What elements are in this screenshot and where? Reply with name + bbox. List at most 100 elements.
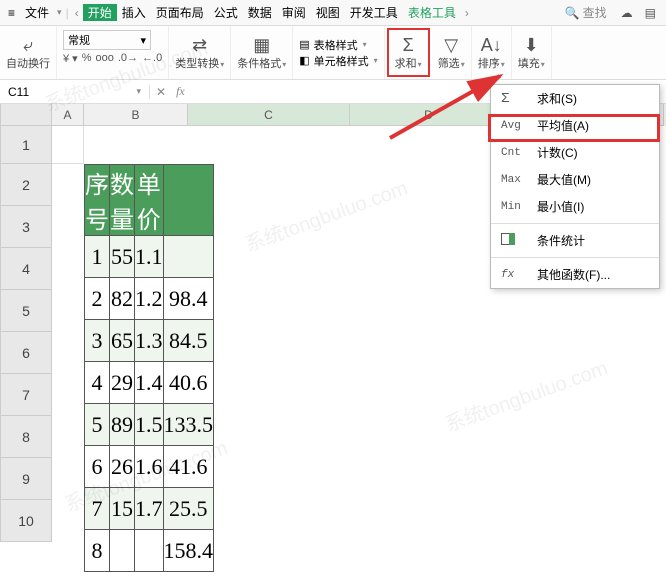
row-9[interactable]: 9: [0, 458, 52, 500]
tablestyle-button[interactable]: ▤ 表格样式▾: [299, 37, 366, 53]
menu-condstat[interactable]: 条件统计: [491, 227, 659, 254]
tab-dev[interactable]: 开发工具: [345, 4, 403, 21]
cnt-icon: Cnt: [501, 147, 527, 159]
sum-dropdown: Σ 求和(S) Avg 平均值(A) Cnt 计数(C) Max 最大值(M) Min最…: [490, 84, 660, 289]
menu-min[interactable]: Min最小值(I): [491, 193, 659, 220]
chevron-down-icon: ▾: [136, 86, 141, 97]
menu-max[interactable]: Max 最大值(M): [491, 166, 659, 193]
row-2[interactable]: 2: [0, 164, 52, 206]
fill-icon: ⬇: [524, 35, 539, 55]
th-blank[interactable]: [163, 165, 214, 236]
menu-label: 求和(S): [537, 90, 577, 107]
search-box[interactable]: 🔍 查找: [557, 4, 615, 21]
tablestyle-label: 表格样式: [314, 37, 358, 53]
group-fill[interactable]: ⬇ 填充▾: [512, 26, 552, 79]
th-qty[interactable]: 数量: [110, 165, 135, 236]
currency-icon[interactable]: ¥ ▾: [63, 52, 78, 65]
menu-icon[interactable]: ≡: [4, 6, 19, 20]
group-autowrap[interactable]: ⤶ 自动换行: [0, 26, 57, 79]
row-6[interactable]: 6: [0, 332, 52, 374]
tab-home[interactable]: 开始: [83, 4, 117, 21]
group-number: 常规 ▾ ¥ ▾ % ооо .0→ ←.0: [57, 26, 169, 79]
menubar: ≡ 文件 ▾ | ‹ 开始 插入 页面布局 公式 数据 审阅 视图 开发工具 表…: [0, 0, 666, 26]
tab-review[interactable]: 审阅: [277, 4, 311, 21]
menu-label: 计数(C): [537, 144, 578, 161]
name-box-value: C11: [8, 85, 29, 99]
app-icon[interactable]: ▤: [639, 6, 662, 20]
tab-formula[interactable]: 公式: [209, 4, 243, 21]
max-icon: Max: [501, 174, 527, 186]
group-sort[interactable]: A↓ 排序▾: [472, 26, 512, 79]
table-row: 4291.440.6: [85, 362, 214, 404]
file-menu[interactable]: 文件: [19, 4, 55, 21]
menu-otherfn[interactable]: fx 其他函数(F)...: [491, 261, 659, 288]
table-row: 5891.5133.5: [85, 404, 214, 446]
sigma-icon: Σ: [403, 35, 414, 55]
condstat-icon: [501, 233, 527, 249]
row-3[interactable]: 3: [0, 206, 52, 248]
row-4[interactable]: 4: [0, 248, 52, 290]
tab-insert[interactable]: 插入: [117, 4, 151, 21]
name-box[interactable]: C11 ▾: [0, 85, 150, 99]
col-C[interactable]: C: [188, 104, 350, 126]
col-D[interactable]: D: [350, 104, 508, 126]
typeconv-icon: ⇄: [192, 35, 207, 55]
min-icon: Min: [501, 201, 527, 213]
number-format-label: 常规: [68, 32, 90, 48]
row-10[interactable]: 10: [0, 500, 52, 542]
table-row: 8158.4: [85, 530, 214, 572]
condfmt-label: 条件格式: [237, 58, 281, 70]
menu-avg[interactable]: Avg 平均值(A): [491, 112, 659, 139]
cloud-icon[interactable]: ☁: [615, 6, 639, 20]
prev-icon[interactable]: ‹: [71, 6, 83, 20]
fx-icon[interactable]: fx: [176, 84, 185, 99]
group-condfmt[interactable]: ▦ 条件格式▾: [231, 26, 293, 79]
fill-label: 填充: [518, 58, 540, 70]
menu-label: 最大值(M): [537, 171, 591, 188]
menu-label: 其他函数(F)...: [537, 266, 610, 283]
group-styles: ▤ 表格样式▾ ◧ 单元格样式▾: [293, 26, 384, 79]
col-B[interactable]: B: [84, 104, 188, 126]
number-format-select[interactable]: 常规 ▾: [63, 30, 151, 50]
cancel-icon[interactable]: ✕: [156, 85, 166, 99]
menu-sum[interactable]: Σ 求和(S): [491, 85, 659, 112]
percent-icon[interactable]: %: [82, 52, 92, 65]
table-row: 3651.384.5: [85, 320, 214, 362]
dec-inc-icon[interactable]: .0→: [118, 52, 138, 65]
typeconv-label: 类型转换: [175, 58, 219, 70]
tab-layout[interactable]: 页面布局: [151, 4, 209, 21]
row-8[interactable]: 8: [0, 416, 52, 458]
chevron-down-icon[interactable]: ▾: [55, 7, 64, 18]
table-row: 6261.641.6: [85, 446, 214, 488]
chevron-down-icon: ▾: [140, 34, 146, 47]
tab-data[interactable]: 数据: [243, 4, 277, 21]
next-icon[interactable]: ›: [461, 6, 473, 20]
sum-label: 求和: [395, 58, 417, 70]
col-A[interactable]: A: [52, 104, 84, 126]
menu-label: 平均值(A): [537, 117, 589, 134]
cellstyle-button[interactable]: ◧ 单元格样式▾: [299, 53, 377, 69]
row-1[interactable]: 1: [0, 126, 52, 164]
tab-tabletool[interactable]: 表格工具: [403, 4, 461, 21]
row-5[interactable]: 5: [0, 290, 52, 332]
row-7[interactable]: 7: [0, 374, 52, 416]
group-filter[interactable]: ▽ 筛选▾: [432, 26, 472, 79]
avg-icon: Avg: [501, 120, 527, 132]
dec-dec-icon[interactable]: ←.0: [142, 52, 162, 65]
autowrap-label: 自动换行: [6, 55, 50, 71]
select-all-corner[interactable]: [0, 104, 52, 126]
table-header-row: 序号 数量 单价: [85, 165, 214, 236]
table-row: 7151.725.5: [85, 488, 214, 530]
th-price[interactable]: 单价: [135, 165, 164, 236]
sort-icon: A↓: [481, 35, 502, 55]
tab-view[interactable]: 视图: [311, 4, 345, 21]
fx-icon: fx: [501, 269, 527, 281]
menu-count[interactable]: Cnt 计数(C): [491, 139, 659, 166]
cellstyle-icon: ◧: [299, 54, 309, 67]
group-sum[interactable]: Σ 求和▾: [387, 28, 430, 77]
sigma-icon: Σ: [501, 91, 527, 107]
comma-icon[interactable]: ооо: [95, 52, 113, 65]
th-seq[interactable]: 序号: [85, 165, 110, 236]
group-typeconv[interactable]: ⇄ 类型转换▾: [169, 26, 231, 79]
tablestyle-icon: ▤: [299, 38, 309, 51]
